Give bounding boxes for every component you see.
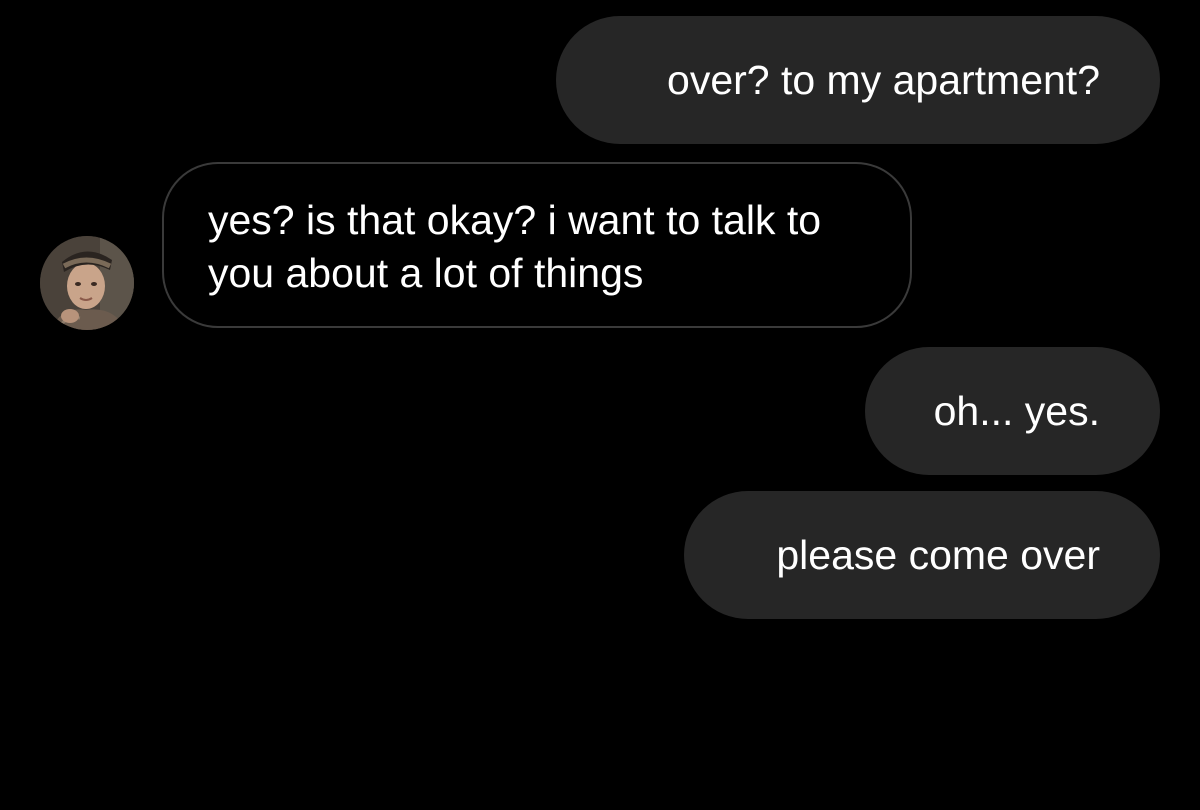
message-thread: over? to my apartment? yes? is that okay… <box>0 0 1200 810</box>
sent-message-bubble[interactable]: over? to my apartment? <box>556 16 1160 144</box>
contact-photo-icon <box>40 236 134 330</box>
message-text: yes? is that okay? i want to talk to you… <box>208 197 822 296</box>
message-text: over? to my apartment? <box>667 56 1100 103</box>
message-text: please come over <box>776 531 1100 578</box>
sent-message-bubble[interactable]: please come over <box>684 491 1160 619</box>
message-text: oh... yes. <box>933 387 1100 434</box>
received-message-bubble[interactable]: yes? is that okay? i want to talk to you… <box>162 162 912 328</box>
sent-message-bubble[interactable]: oh... yes. <box>865 347 1160 475</box>
contact-avatar[interactable] <box>40 236 134 330</box>
